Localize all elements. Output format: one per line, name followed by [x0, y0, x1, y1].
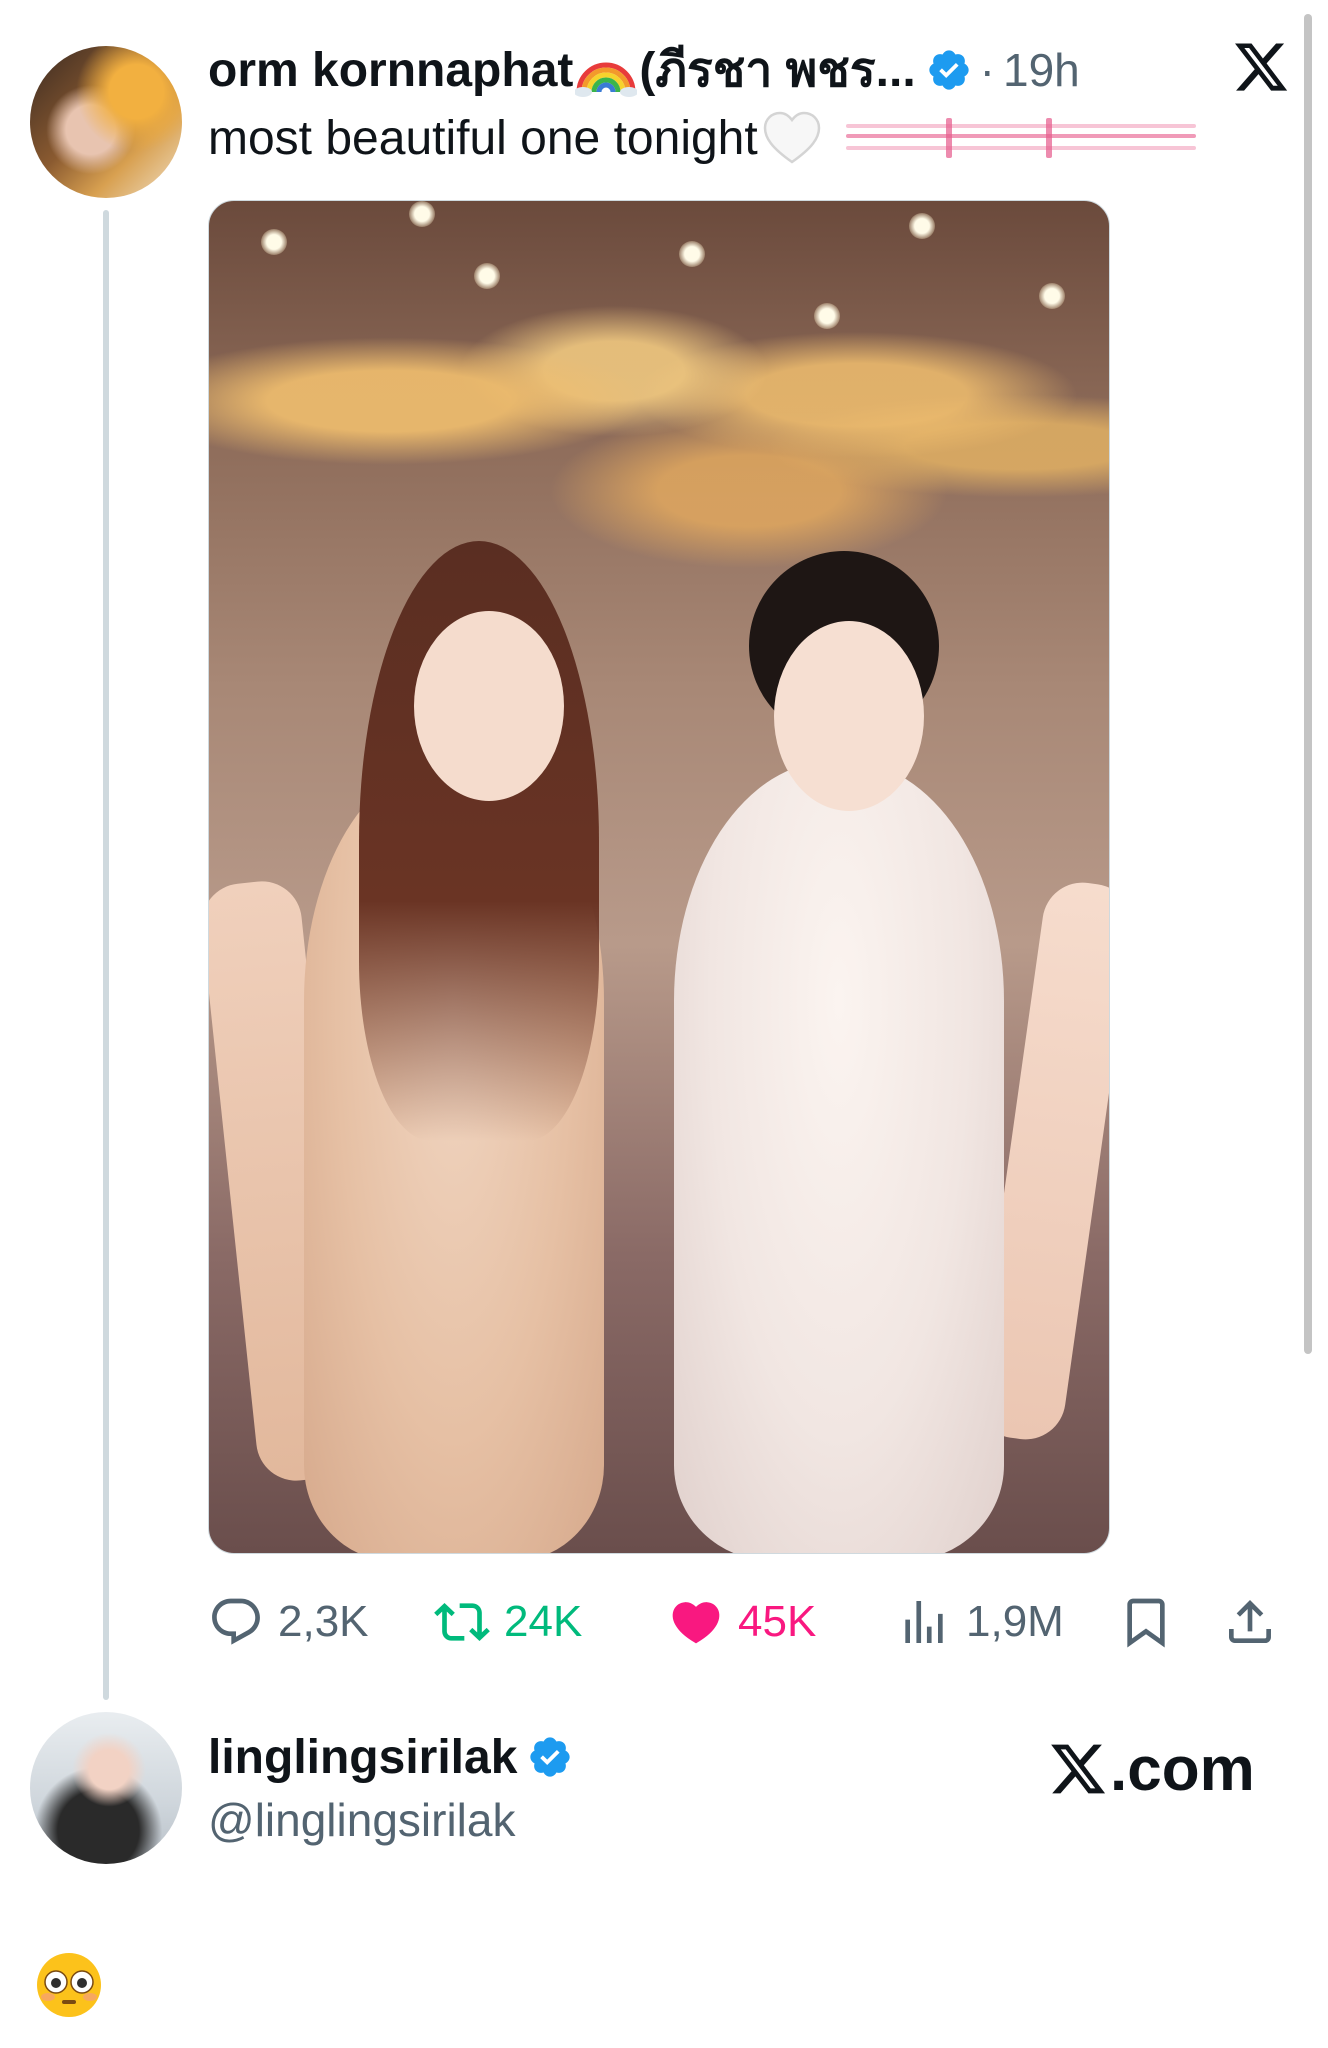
photo-ceiling-light: [261, 229, 287, 255]
retweet-count: 24K: [504, 1597, 583, 1646]
profile-card-display-name[interactable]: linglingsirilak: [208, 1730, 517, 1785]
views-count: 1,9M: [966, 1597, 1064, 1646]
like-count: 45K: [738, 1597, 817, 1646]
verified-badge-icon: [929, 50, 969, 90]
photo-figure-right-gown: [674, 761, 1004, 1553]
verified-badge-icon: [530, 1737, 571, 1777]
photo-ceiling-light: [909, 213, 935, 239]
reply-button[interactable]: 2,3K: [208, 1582, 369, 1662]
author-avatar[interactable]: [30, 46, 182, 198]
white-heart-emoji-icon: [763, 111, 820, 164]
scrollbar[interactable]: [1304, 14, 1312, 1354]
author-display-name-suffix[interactable]: (ภีรชา พชร...: [639, 32, 915, 108]
reply-count: 2,3K: [278, 1597, 369, 1646]
tweet-header: orm kornnaphat (ภีรชา พชร... · 19h: [208, 36, 1080, 104]
tweet-timestamp[interactable]: 19h: [1003, 43, 1080, 97]
retweet-button[interactable]: 24K: [434, 1582, 582, 1662]
author-display-name[interactable]: orm kornnaphat: [208, 43, 573, 98]
reply-icon: [212, 1598, 260, 1645]
tweet-photo[interactable]: [208, 200, 1110, 1554]
bookmark-icon: [1127, 1598, 1165, 1648]
heart-icon: [672, 1602, 720, 1644]
like-button[interactable]: 45K: [668, 1582, 816, 1662]
profile-card-name-row: linglingsirilak: [208, 1726, 573, 1788]
photo-figure-right-face: [774, 621, 924, 811]
photo-figure-left-face: [414, 611, 564, 801]
profile-card-avatar[interactable]: [30, 1712, 182, 1864]
photo-ceiling-light: [679, 241, 705, 267]
redacted-text-marks: [845, 118, 1196, 158]
profile-card-handle[interactable]: @linglingsirilak: [208, 1790, 515, 1850]
x-com-label: .com: [1110, 1734, 1255, 1804]
photo-ceiling-light: [814, 303, 840, 329]
flushed-face-emoji-icon: [37, 1953, 101, 2017]
x-com-watermark: .com: [1048, 1732, 1255, 1806]
tweet-action-bar: 2,3K 24K 45K 1,9M: [208, 1582, 1308, 1662]
x-logo-icon: [1051, 1744, 1106, 1794]
views-chart-icon: [905, 1601, 943, 1643]
share-upload-icon: [1229, 1600, 1271, 1643]
tweet-separator: ·: [979, 44, 995, 96]
share-button[interactable]: [1222, 1582, 1278, 1662]
retweet-icon: [434, 1603, 490, 1641]
photo-ceiling-light: [474, 263, 500, 289]
tweet-text: most beautiful one tonight: [208, 111, 758, 165]
x-logo-icon[interactable]: [1232, 36, 1290, 98]
photo-chandelier: [209, 281, 1109, 581]
views-button[interactable]: 1,9M: [896, 1582, 1064, 1662]
photo-ceiling-light: [409, 201, 435, 227]
bookmark-button[interactable]: [1118, 1582, 1174, 1662]
photo-ceiling-light: [1039, 283, 1065, 309]
rainbow-emoji-icon: [575, 62, 638, 97]
tweet-text-row: most beautiful one tonight: [208, 106, 1196, 170]
thread-connector-line: [103, 210, 109, 1700]
